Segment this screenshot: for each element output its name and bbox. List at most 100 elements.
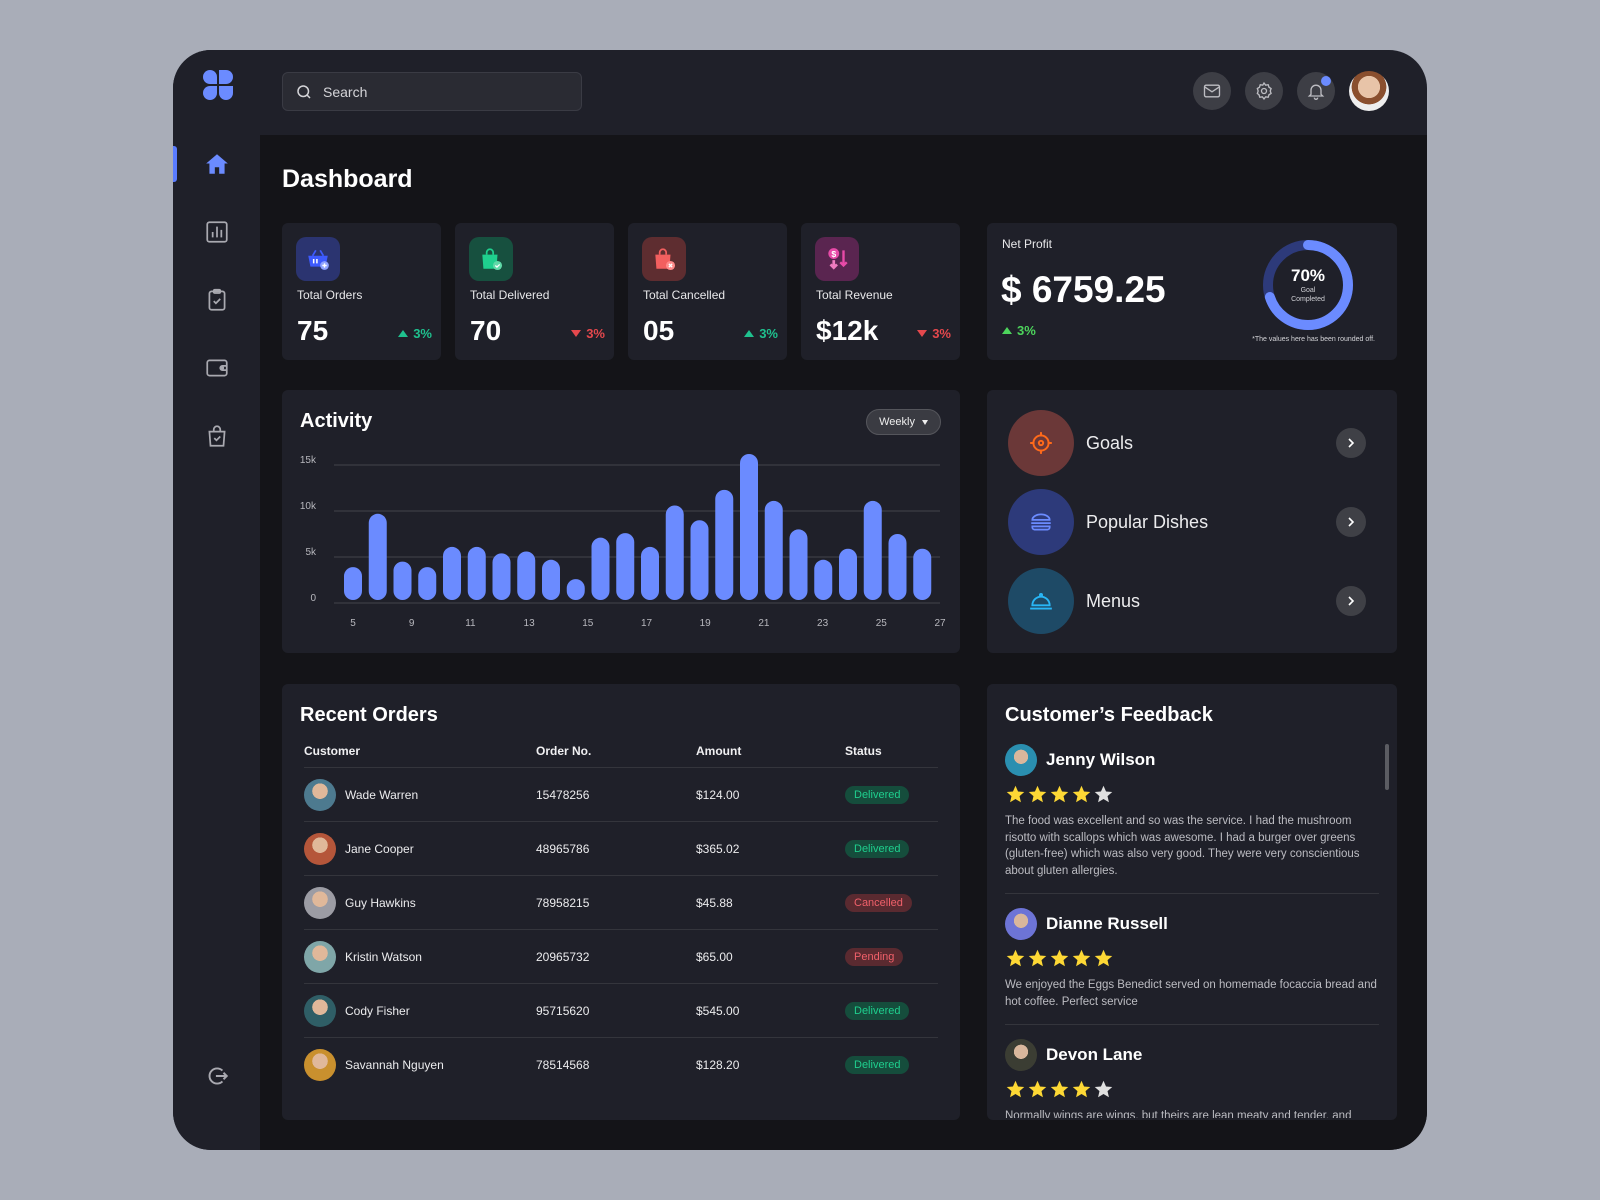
reviewer-name: Jenny Wilson — [1046, 750, 1156, 769]
trend-up-icon — [1002, 327, 1012, 334]
bar[interactable] — [814, 559, 833, 600]
customer-name: Wade Warren — [345, 787, 419, 802]
bar[interactable] — [888, 534, 907, 600]
stat-change: 3% — [571, 326, 605, 341]
y-tick-label: 0 — [310, 593, 316, 604]
bar[interactable] — [443, 546, 461, 600]
bar[interactable] — [839, 548, 857, 600]
avatar — [304, 994, 336, 1027]
x-tick-label: 11 — [465, 618, 476, 629]
x-tick-label: 25 — [876, 618, 888, 629]
bar[interactable] — [715, 489, 734, 600]
basket-plus-icon — [296, 237, 340, 281]
revenue-down-icon: $ — [815, 237, 859, 281]
activity-card: Activity Weekly 0 5k 10k 15k 5 9 11 13 15 17 19 21 2… — [282, 390, 960, 653]
customer-info: Guy Hawkins — [304, 886, 536, 919]
stat-card-total-orders[interactable]: Total Orders 75 3% — [282, 223, 441, 360]
bar[interactable] — [566, 579, 585, 600]
table-row[interactable]: Kristin Watson 20965732 $65.00 Pending — [304, 929, 938, 984]
bar[interactable] — [863, 500, 882, 600]
chevron-right-icon[interactable] — [1336, 507, 1366, 537]
bar[interactable] — [616, 533, 635, 600]
status-cell: Cancelled — [845, 875, 938, 930]
feedback-list[interactable]: Jenny Wilson The food was excellent and s… — [1005, 744, 1379, 1118]
chevron-right-icon[interactable] — [1336, 428, 1366, 458]
bar[interactable] — [344, 567, 362, 600]
quick-link-goals[interactable]: Goals — [1008, 410, 1378, 476]
bar[interactable] — [641, 546, 659, 600]
stat-card-total-cancelled[interactable]: Total Cancelled 05 3% — [628, 223, 787, 360]
bar[interactable] — [665, 505, 684, 600]
recent-orders-title: Recent Orders — [300, 704, 438, 726]
column-header-status: Status — [845, 744, 938, 768]
status-cell: Delivered — [845, 983, 938, 1038]
bar[interactable] — [789, 529, 808, 600]
stat-change: 3% — [917, 326, 951, 341]
activity-bar-chart: 0 5k 10k 15k 5 9 11 13 15 17 19 21 23 25 27 — [300, 453, 946, 629]
settings-button[interactable] — [1245, 72, 1283, 110]
bar[interactable] — [467, 546, 486, 600]
quick-link-label: Goals — [1086, 432, 1134, 453]
reviewer-name: Dianne Russell — [1046, 914, 1168, 933]
quick-link-popular-dishes[interactable]: Popular Dishes — [1008, 489, 1378, 555]
table-row[interactable]: Jane Cooper 48965786 $365.02 Delivered — [304, 821, 938, 876]
status-badge: Delivered — [845, 1001, 910, 1020]
mail-button[interactable] — [1193, 72, 1231, 110]
stat-change-value: 3% — [586, 326, 605, 341]
search-input[interactable] — [323, 83, 563, 100]
notifications-button[interactable] — [1297, 72, 1335, 110]
sidebar-item-analytics[interactable] — [173, 212, 260, 252]
bar[interactable] — [418, 567, 437, 600]
star-filled-icon — [1028, 785, 1047, 803]
feedback-header: Jenny Wilson — [1005, 744, 1379, 776]
donut-label: 70% Goal Completed — [1260, 237, 1356, 333]
rounding-note: *The values here has been rounded off. — [1252, 336, 1375, 343]
logout-button[interactable] — [173, 1056, 260, 1096]
star-empty-icon — [1094, 785, 1113, 803]
status-badge: Delivered — [845, 785, 910, 804]
chevron-right-icon[interactable] — [1336, 586, 1366, 616]
bar[interactable] — [591, 537, 610, 600]
feedback-scrollbar[interactable] — [1385, 744, 1389, 790]
home-icon — [205, 154, 228, 174]
search-box[interactable] — [282, 72, 582, 111]
status-badge: Delivered — [845, 839, 910, 858]
main-content: Dashboard Total Orders 75 3% Total Deliv… — [260, 135, 1427, 1150]
stat-value: 75 — [297, 315, 329, 346]
bar[interactable] — [690, 520, 709, 600]
user-avatar[interactable] — [1349, 71, 1389, 111]
bar[interactable] — [740, 453, 758, 600]
net-profit-change-value: 3% — [1017, 323, 1036, 338]
bar[interactable] — [764, 500, 783, 600]
sidebar-item-shopping-bag[interactable] — [173, 416, 260, 456]
bar[interactable] — [368, 513, 387, 600]
app-logo[interactable] — [201, 68, 235, 102]
table-row[interactable]: Cody Fisher 95715620 $545.00 Delivered — [304, 983, 938, 1038]
bar[interactable] — [542, 559, 560, 600]
customer-cell: Savannah Nguyen — [304, 1038, 536, 1092]
order-number: 95715620 — [536, 983, 696, 1038]
bar[interactable] — [393, 561, 412, 600]
status-badge: Cancelled — [845, 893, 912, 912]
avatar — [1005, 744, 1037, 776]
bar[interactable] — [517, 551, 536, 600]
table-row[interactable]: Wade Warren 15478256 $124.00 Delivered — [304, 767, 938, 822]
trend-up-icon — [744, 330, 755, 337]
avatar — [304, 778, 336, 811]
stat-label: Total Revenue — [816, 288, 893, 302]
customer-cell: Cody Fisher — [304, 983, 536, 1038]
table-row[interactable]: Savannah Nguyen 78514568 $128.20 Delivered — [304, 1038, 938, 1092]
table-row[interactable]: Guy Hawkins 78958215 $45.88 Cancelled — [304, 875, 938, 930]
star-filled-icon — [1028, 949, 1047, 967]
stat-change-value: 3% — [413, 326, 432, 341]
sidebar-item-orders[interactable] — [173, 280, 260, 320]
stat-card-total-delivered[interactable]: Total Delivered 70 3% — [455, 223, 614, 360]
stat-label: Total Cancelled — [643, 288, 726, 302]
quick-link-menus[interactable]: Menus — [1008, 568, 1378, 634]
sidebar-item-wallet[interactable] — [173, 348, 260, 388]
bar[interactable] — [492, 553, 511, 600]
stat-card-total-revenue[interactable]: $ Total Revenue $12k 3% — [801, 223, 960, 360]
customer-info: Wade Warren — [304, 778, 536, 811]
sidebar-item-home[interactable] — [173, 144, 260, 184]
bar[interactable] — [913, 548, 932, 600]
